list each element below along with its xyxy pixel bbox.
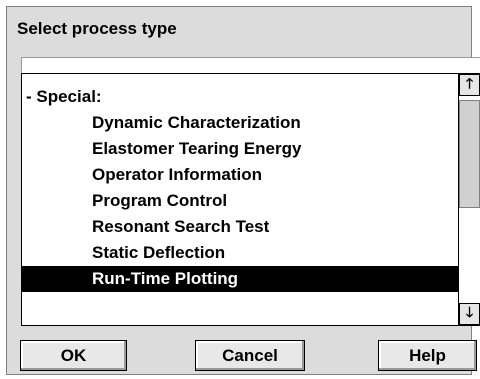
scroll-thumb[interactable] bbox=[459, 100, 480, 208]
vertical-scrollbar[interactable]: 🡑 🡓 bbox=[458, 74, 480, 325]
info-bar bbox=[21, 57, 480, 73]
process-type-list[interactable]: - Special: Dynamic Characterization Elas… bbox=[21, 73, 480, 326]
scroll-down-button[interactable]: 🡓 bbox=[459, 303, 480, 325]
scroll-up-button[interactable]: 🡑 bbox=[459, 74, 480, 96]
help-button[interactable]: Help bbox=[378, 340, 477, 371]
list-item-operator-information[interactable]: Operator Information bbox=[22, 162, 459, 188]
list-item-static-deflection[interactable]: Static Deflection bbox=[22, 240, 459, 266]
list-item-program-control[interactable]: Program Control bbox=[22, 188, 459, 214]
down-arrow-icon: 🡓 bbox=[465, 304, 474, 320]
process-type-dialog: Select process type - Special: Dynamic C… bbox=[6, 6, 480, 375]
dialog-title: Select process type bbox=[17, 19, 177, 38]
list-items: - Special: Dynamic Characterization Elas… bbox=[22, 74, 459, 325]
list-item-dynamic-characterization[interactable]: Dynamic Characterization bbox=[22, 110, 459, 136]
group-header-special[interactable]: - Special: bbox=[22, 84, 459, 110]
ok-button[interactable]: OK bbox=[20, 340, 127, 371]
list-item-resonant-search-test[interactable]: Resonant Search Test bbox=[22, 214, 459, 240]
list-item-elastomer-tearing-energy[interactable]: Elastomer Tearing Energy bbox=[22, 136, 459, 162]
cancel-button[interactable]: Cancel bbox=[195, 340, 305, 371]
list-item-run-time-plotting[interactable]: Run-Time Plotting bbox=[22, 266, 459, 292]
up-arrow-icon: 🡑 bbox=[465, 75, 474, 91]
